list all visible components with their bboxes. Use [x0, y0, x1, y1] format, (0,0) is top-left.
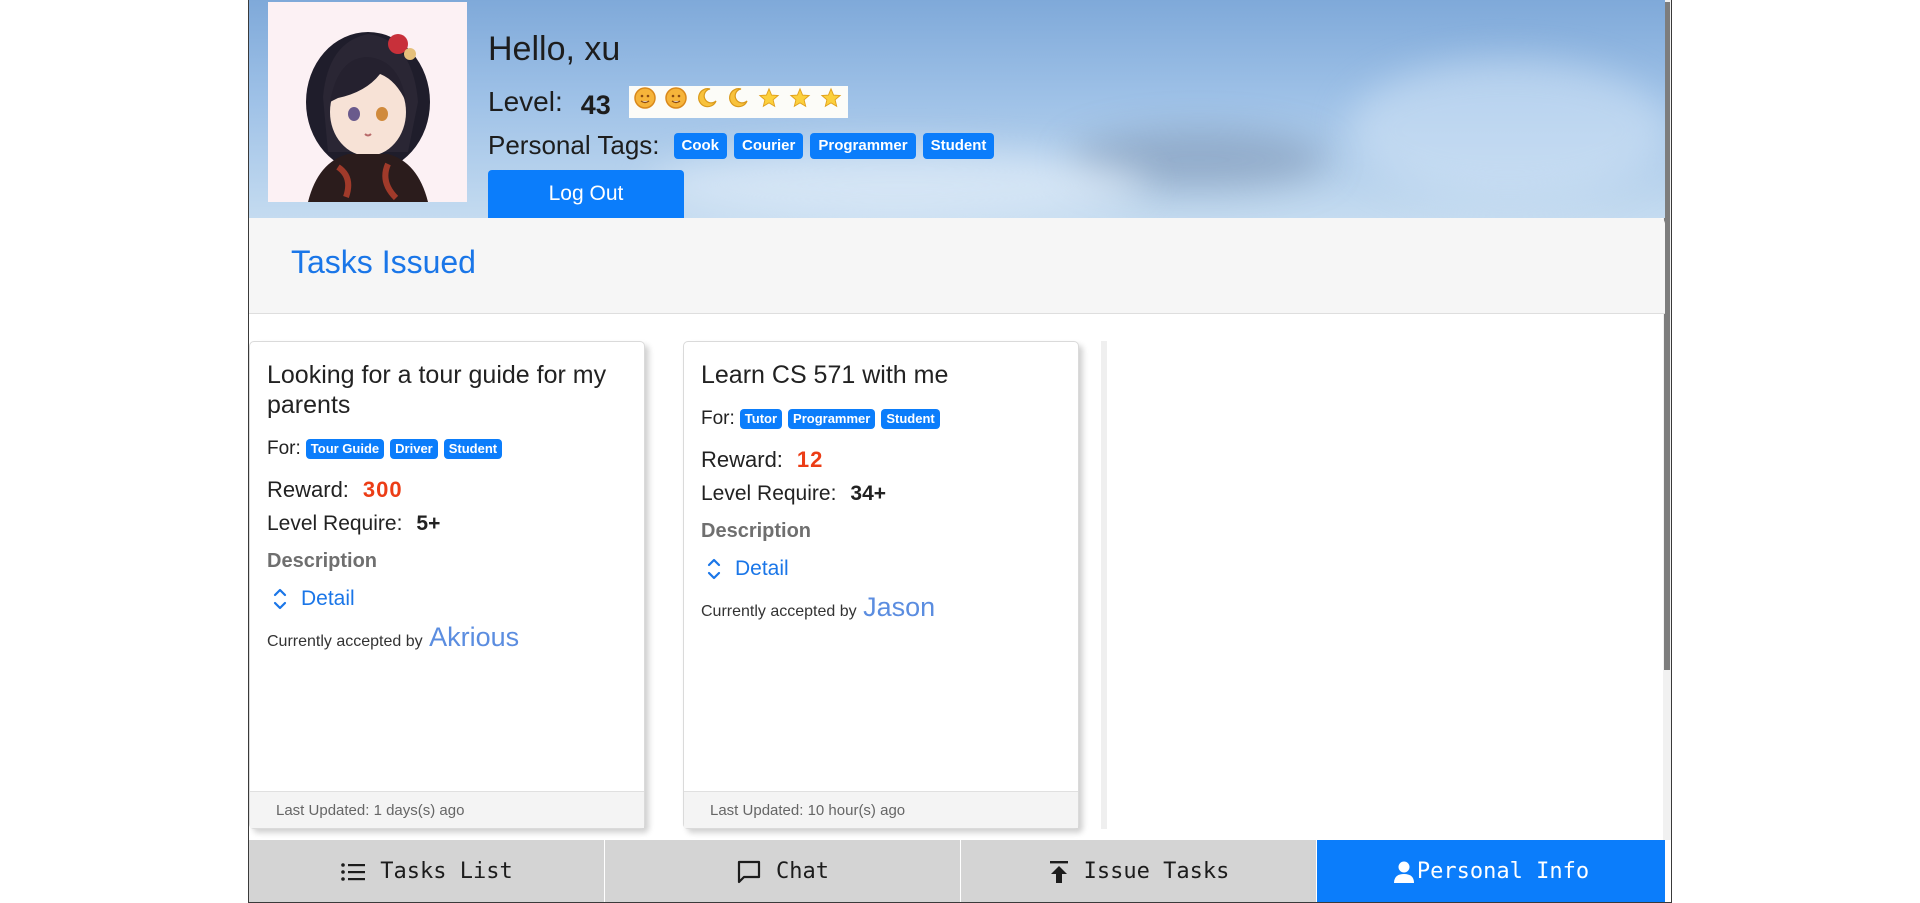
tag-badge: Student: [443, 439, 503, 459]
reward-value: 300: [362, 477, 403, 502]
accepted-user-link[interactable]: Jason: [863, 592, 935, 622]
level-require-value: 5+: [416, 512, 441, 535]
accepted-row: Currently accepted by Akrious: [267, 622, 519, 653]
personal-tags-row: Personal Tags: Cook Courier Programmer S…: [488, 130, 1001, 161]
cloud-decoration: [1349, 60, 1665, 200]
detail-toggle[interactable]: Detail: [267, 586, 355, 612]
level-value: 43: [580, 89, 611, 120]
nav-label: Personal Info: [1416, 859, 1590, 884]
nav-issue-tasks[interactable]: Issue Tasks: [961, 840, 1316, 902]
detail-label: Detail: [301, 587, 355, 610]
avatar: [268, 2, 467, 202]
section-title: Tasks Issued: [291, 244, 476, 280]
expand-chevron-icon: [267, 586, 293, 612]
task-card[interactable]: Looking for a tour guide for my parents …: [249, 341, 645, 829]
profile-header: Hello, xu Level: 43 Personal Tags: Cook …: [249, 0, 1665, 218]
nav-chat[interactable]: Chat: [605, 840, 960, 902]
tag-badge: Student: [922, 132, 995, 159]
for-label: For:: [701, 408, 735, 429]
accepted-row: Currently accepted by Jason: [701, 592, 935, 623]
tag-badge: Tour Guide: [305, 439, 385, 459]
description-label: Description: [267, 550, 378, 572]
reward-value: 12: [796, 447, 824, 472]
for-label: For:: [267, 438, 301, 459]
logout-button[interactable]: Log Out: [488, 170, 684, 218]
card-footer: Last Updated: 10 hour(s) ago: [684, 791, 1078, 828]
tag-badge: Cook: [673, 132, 728, 159]
upload-icon: [1049, 860, 1068, 883]
tag-badge: Programmer: [810, 132, 916, 159]
reward-label: Reward:: [267, 477, 349, 502]
task-card-partial: [1101, 341, 1107, 829]
personal-tags-label: Personal Tags:: [488, 130, 660, 160]
sun-face-icon: [632, 86, 659, 119]
nav-label: Tasks List: [380, 859, 513, 884]
task-title: Looking for a tour guide for my parents: [267, 361, 607, 419]
description-label: Description: [701, 520, 812, 542]
nav-label: Chat: [776, 859, 829, 884]
accepted-user-link[interactable]: Akrious: [429, 622, 519, 652]
tag-badge: Programmer: [788, 409, 876, 429]
card-footer: Last Updated: 1 days(s) ago: [250, 791, 644, 828]
level-require-row: Level Require: 34+: [701, 482, 886, 506]
person-icon: [1393, 861, 1414, 883]
nav-tasks-list[interactable]: Tasks List: [249, 840, 604, 902]
list-icon: [341, 862, 366, 881]
tag-badge: Tutor: [739, 409, 783, 429]
nav-personal-info[interactable]: Personal Info: [1317, 840, 1665, 902]
task-card[interactable]: Learn CS 571 with me For: Tutor Programm…: [683, 341, 1079, 829]
sun-face-icon: [663, 86, 690, 119]
reward-row: Reward: 300: [267, 477, 403, 503]
task-for-row: For: Tutor Programmer Student: [701, 408, 946, 430]
task-for-row: For: Tour Guide Driver Student: [267, 438, 508, 460]
level-row: Level: 43: [488, 86, 848, 120]
accepted-label: Currently accepted by: [267, 633, 423, 650]
greeting: Hello, xu: [488, 30, 621, 68]
reward-label: Reward:: [701, 447, 783, 472]
level-require-row: Level Require: 5+: [267, 512, 440, 536]
tag-badge: Courier: [734, 132, 804, 159]
moon-icon: [694, 86, 721, 119]
star-icon: [787, 86, 814, 118]
reward-row: Reward: 12: [701, 447, 823, 473]
star-icon: [818, 86, 845, 118]
star-icon: [756, 86, 783, 118]
tag-badge: Driver: [390, 439, 438, 459]
chat-icon: [737, 860, 761, 883]
nav-label: Issue Tasks: [1083, 859, 1230, 884]
accepted-label: Currently accepted by: [701, 603, 857, 620]
bottom-nav: Tasks List Chat Issue Tasks Personal Inf…: [249, 840, 1665, 902]
app-window: Hello, xu Level: 43 Personal Tags: Cook …: [248, 0, 1672, 903]
level-icons: [628, 86, 848, 119]
level-require-label: Level Require:: [701, 482, 837, 505]
task-title: Learn CS 571 with me: [701, 361, 949, 389]
level-require-value: 34+: [850, 482, 887, 505]
moon-icon: [725, 86, 752, 119]
detail-label: Detail: [735, 557, 789, 580]
level-label: Level:: [488, 86, 563, 117]
detail-toggle[interactable]: Detail: [701, 556, 789, 582]
expand-chevron-icon: [701, 556, 727, 582]
tag-badge: Student: [881, 409, 940, 429]
level-require-label: Level Require:: [267, 512, 403, 535]
